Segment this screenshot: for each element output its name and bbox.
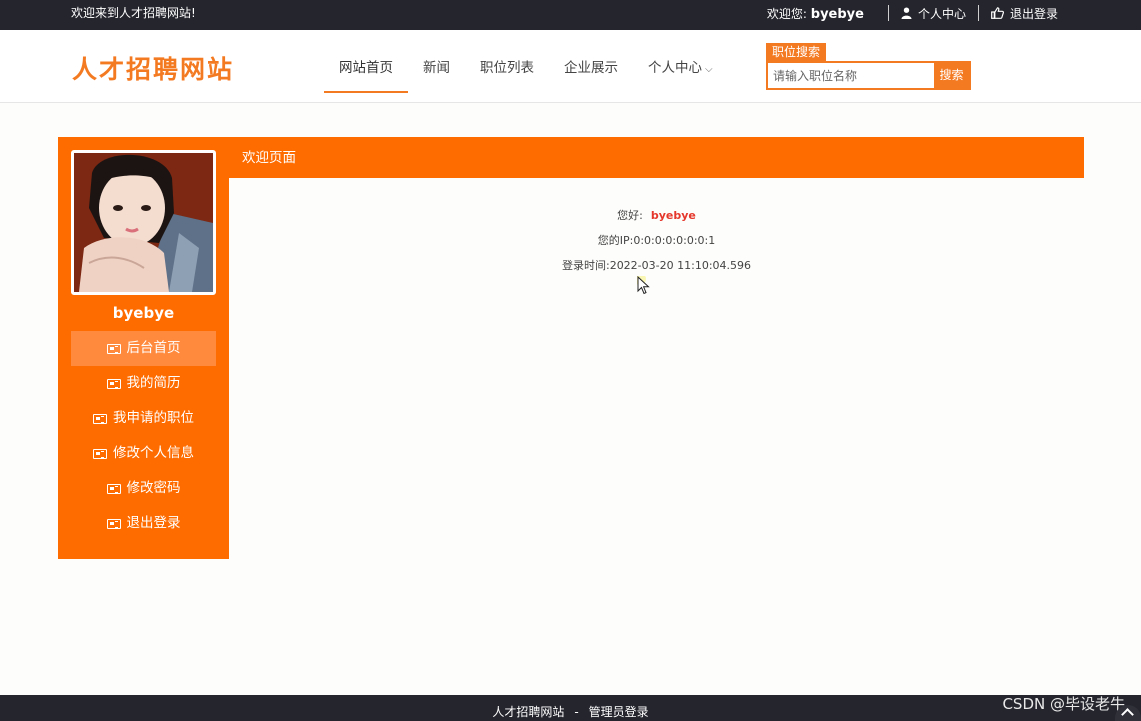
footer-separator: -	[574, 705, 579, 719]
job-search-box: 搜索	[766, 61, 971, 90]
id-card-icon	[106, 378, 121, 389]
sidebar-item-change-password[interactable]: 修改密码	[71, 471, 216, 506]
footer-admin-login-link[interactable]: 管理员登录	[589, 705, 649, 719]
top-bar: 欢迎来到人才招聘网站! 欢迎您: byebye 个人中心 退出登录	[0, 0, 1141, 30]
nav-item-companies[interactable]: 企业展示	[549, 30, 633, 103]
logout-label: 退出登录	[1009, 6, 1058, 21]
id-card-icon	[106, 518, 121, 529]
mouse-cursor-icon	[637, 276, 650, 295]
id-card-icon	[93, 448, 107, 459]
nav-item-personal-center[interactable]: 个人中心 ⌵	[633, 30, 728, 103]
csdn-watermark: CSDN @毕设老牛	[1002, 695, 1125, 713]
divider	[887, 5, 889, 21]
hello-line: 您好: byebye	[617, 209, 696, 222]
thumbs-up-icon	[991, 7, 1004, 19]
nav-item-home[interactable]: 网站首页	[324, 30, 408, 103]
site-welcome-text: 欢迎来到人才招聘网站!	[71, 6, 196, 20]
nav-item-news[interactable]: 新闻	[408, 30, 465, 103]
job-search-button[interactable]: 搜索	[934, 63, 969, 88]
job-search-tag: 职位搜索	[766, 43, 827, 62]
sidebar-item-applied-jobs[interactable]: 我申请的职位	[71, 401, 216, 436]
user-links: 欢迎您: byebye 个人中心 退出登录	[767, 0, 1058, 26]
personal-center-link[interactable]: 个人中心	[901, 5, 966, 22]
id-card-icon	[93, 413, 107, 424]
id-card-icon	[106, 343, 121, 354]
sidebar-item-logout[interactable]: 退出登录	[71, 506, 216, 541]
divider	[977, 5, 979, 21]
job-search-input[interactable]	[768, 63, 934, 88]
welcome-info: 您好: byebye 您的IP:0:0:0:0:0:0:0:1 登录时间:2022…	[229, 178, 1084, 278]
site-footer: 人才招聘网站 - 管理员登录	[0, 695, 1141, 721]
chevron-down-icon: ⌵	[705, 64, 713, 75]
user-icon	[901, 7, 912, 19]
site-header: 人才招聘网站 网站首页 新闻 职位列表 企业展示 个人中心⌵ 职位搜索 搜索	[0, 30, 1141, 103]
sidebar-item-edit-profile[interactable]: 修改个人信息	[71, 436, 216, 471]
ip-line: 您的IP:0:0:0:0:0:0:0:1	[597, 234, 716, 247]
avatar-image	[74, 153, 213, 292]
logout-link[interactable]: 退出登录	[991, 5, 1058, 22]
user-greeting: 欢迎您: byebye	[766, 6, 864, 22]
main-nav: 网站首页 新闻 职位列表 企业展示 个人中心 ⌵	[324, 30, 728, 103]
sidebar-item-my-resume[interactable]: 我的简历	[71, 366, 216, 401]
sidebar-menu: 后台首页 我的简历 我申请的职位 修改个人信息 修改密码 退出登录	[58, 331, 229, 541]
nav-item-jobs[interactable]: 职位列表	[465, 30, 549, 103]
greeting-username: byebye	[810, 6, 864, 22]
footer-site-link[interactable]: 人才招聘网站	[492, 705, 564, 719]
login-time-line: 登录时间:2022-03-20 11:10:04.596	[561, 259, 752, 272]
avatar	[71, 150, 216, 295]
personal-center-label: 个人中心	[917, 6, 966, 21]
sidebar-username: byebye	[112, 304, 175, 322]
site-logo[interactable]: 人才招聘网站	[72, 50, 234, 86]
sidebar-item-dashboard[interactable]: 后台首页	[71, 331, 216, 366]
panel-title: 欢迎页面	[229, 137, 1084, 178]
job-search: 职位搜索 搜索	[766, 43, 971, 90]
id-card-icon	[106, 483, 121, 494]
sidebar: byebye 后台首页 我的简历 我申请的职位 修改个人信息 修改密码 退出登录	[58, 137, 229, 559]
hello-username: byebye	[650, 209, 696, 222]
